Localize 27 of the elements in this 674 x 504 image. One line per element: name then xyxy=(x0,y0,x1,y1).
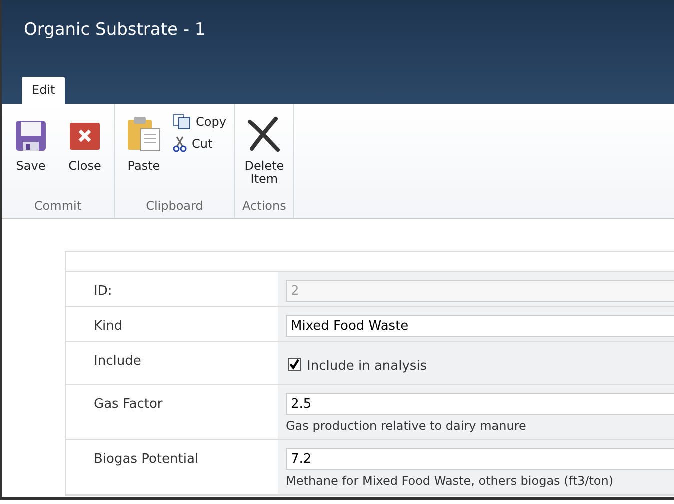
group-label: Clipboard xyxy=(145,198,204,215)
field-label: Biogas Potential xyxy=(93,451,200,469)
field-label: Include xyxy=(93,353,142,371)
delete-item-button[interactable]: Delete Item xyxy=(239,114,290,195)
x-mark-icon xyxy=(246,114,282,152)
paste-button[interactable]: Paste xyxy=(119,114,169,195)
edit-tab[interactable]: Edit xyxy=(22,77,66,104)
field-label: ID: xyxy=(93,283,114,301)
checkbox[interactable] xyxy=(288,358,301,371)
input-field[interactable]: Mixed Food Waste xyxy=(286,315,674,337)
copy-icon xyxy=(173,114,191,130)
field-description: Gas production relative to dairy manure xyxy=(286,418,528,435)
close-button[interactable]: Close xyxy=(60,114,110,195)
field-label: Gas Factor xyxy=(93,396,164,414)
input-field[interactable]: 7.2 xyxy=(286,448,674,470)
input-field[interactable]: 2.5 xyxy=(286,393,674,415)
cut-button[interactable]: Cut xyxy=(173,136,230,152)
clipboard-icon xyxy=(127,114,161,152)
scissors-icon xyxy=(173,136,187,152)
checkbox-label: Include in analysis xyxy=(307,358,428,374)
save-button[interactable]: Save xyxy=(6,114,56,195)
field-description: Methane for Mixed Food Waste, others biogas (ft3/ton) xyxy=(286,473,615,490)
group-label: Actions xyxy=(242,198,288,215)
group-label: Commit xyxy=(33,198,83,215)
window-title: Organic Substrate - 1 xyxy=(23,19,207,42)
copy-button[interactable]: Copy xyxy=(173,114,230,130)
field-label: Kind xyxy=(93,318,124,336)
